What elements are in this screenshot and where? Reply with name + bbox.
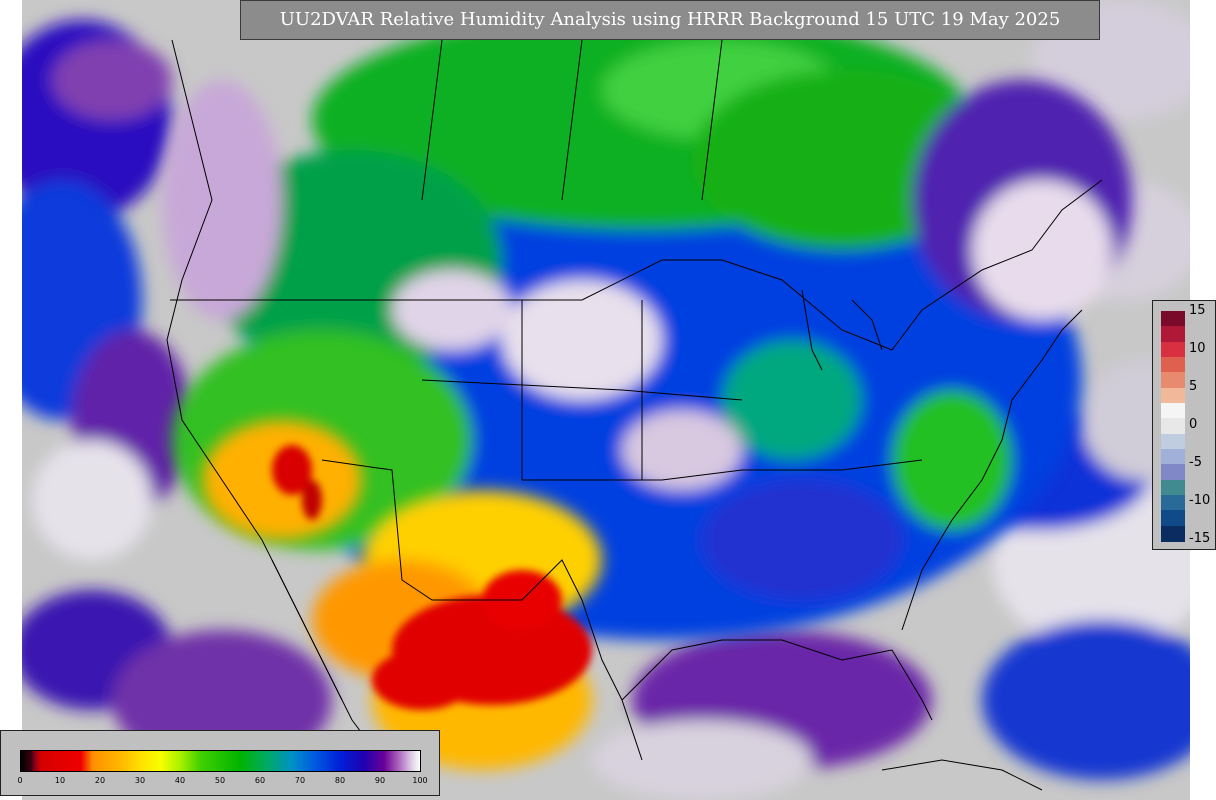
diff-tick-label: 5	[1189, 379, 1198, 394]
diff-tick-label: 15	[1189, 303, 1206, 318]
diff-color-swatch	[1161, 449, 1185, 465]
rh-analysis-map	[22, 0, 1190, 800]
diff-color-swatch	[1161, 418, 1185, 435]
diff-color-swatch	[1161, 525, 1185, 542]
diff-tick-label: -10	[1189, 493, 1211, 508]
diff-tick-label: 10	[1189, 341, 1206, 356]
rh-tick-label: 30	[134, 776, 146, 785]
difference-colorbar: 15 10 5 0 -5 -10 -15	[1152, 300, 1216, 550]
rh-tick-label: 0	[17, 776, 23, 785]
rh-tick-label: 50	[214, 776, 226, 785]
diff-color-swatch	[1161, 464, 1185, 481]
diff-color-swatch	[1161, 387, 1185, 404]
diff-color-swatch	[1161, 433, 1185, 450]
map-frame	[22, 0, 1190, 800]
rh-tick-label: 40	[174, 776, 186, 785]
diff-color-swatch	[1161, 357, 1185, 373]
relative-humidity-colorbar: 0 10 20 30 40 50 60 70 80 90 100	[0, 730, 440, 796]
rh-tick-label: 100	[412, 776, 428, 785]
diff-tick-label: 0	[1189, 417, 1198, 432]
diff-color-swatch	[1161, 311, 1185, 327]
rh-tick-label: 60	[254, 776, 266, 785]
diff-color-swatch	[1161, 479, 1185, 496]
rh-colorbar-gradient	[20, 750, 421, 772]
rh-tick-label: 80	[334, 776, 346, 785]
diff-color-swatch	[1161, 403, 1185, 419]
diff-color-swatch	[1161, 372, 1185, 389]
diff-color-swatch	[1161, 326, 1185, 343]
rh-tick-label: 20	[94, 776, 106, 785]
map-title: UU2DVAR Relative Humidity Analysis using…	[240, 0, 1100, 40]
diff-tick-label: -5	[1189, 455, 1202, 470]
diff-tick-label: -15	[1189, 531, 1211, 546]
diff-color-swatch	[1161, 341, 1185, 358]
diff-color-swatch	[1161, 495, 1185, 511]
rh-tick-label: 90	[374, 776, 386, 785]
diff-color-swatch	[1161, 510, 1185, 527]
rh-tick-label: 70	[294, 776, 306, 785]
rh-tick-label: 10	[54, 776, 66, 785]
